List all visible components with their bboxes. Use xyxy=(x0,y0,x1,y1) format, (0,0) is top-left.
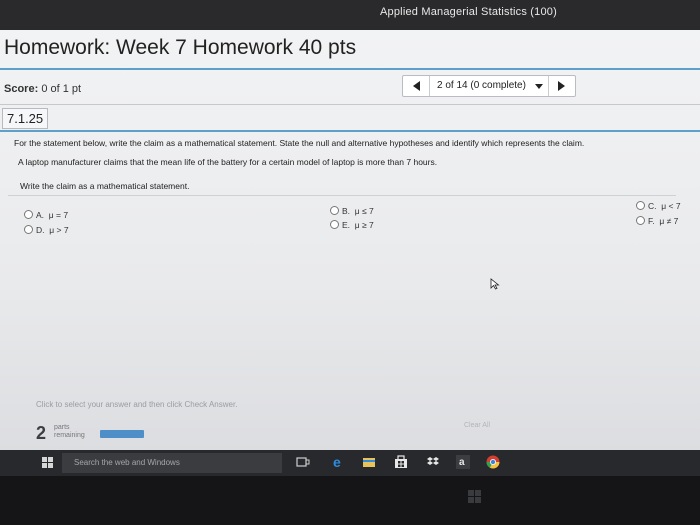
option-b[interactable]: B. μ ≤ 7 xyxy=(330,206,374,216)
option-a[interactable]: A. μ = 7 xyxy=(24,210,68,220)
edge-icon[interactable]: e xyxy=(332,455,346,469)
option-text: μ = 7 xyxy=(48,210,69,220)
radio-icon[interactable] xyxy=(24,225,33,234)
option-text: μ ≠ 7 xyxy=(659,216,679,226)
parts-progress-bar xyxy=(100,430,144,438)
svg-text:a: a xyxy=(459,457,465,468)
task-view-icon[interactable] xyxy=(296,455,310,469)
option-text: μ < 7 xyxy=(661,201,681,211)
option-key: F. xyxy=(648,216,655,226)
parts-remaining-label: parts remaining xyxy=(54,424,85,440)
radio-icon[interactable] xyxy=(330,206,339,215)
divider xyxy=(0,68,700,70)
course-title: Applied Managerial Statistics (100) xyxy=(380,6,557,18)
homework-page: Homework: Week 7 Homework 40 pts Score: … xyxy=(0,30,700,450)
windows-logo-icon xyxy=(468,490,482,504)
next-question-icon[interactable] xyxy=(558,81,565,91)
score-value: 0 of 1 pt xyxy=(41,83,82,95)
question-statement: A laptop manufacturer claims that the me… xyxy=(18,157,438,167)
svg-text:e: e xyxy=(333,455,341,469)
monitor-bezel-top: Applied Managerial Statistics (100) xyxy=(0,0,700,34)
instruction-hint: Click to select your answer and then cli… xyxy=(36,400,238,409)
homework-title: Homework: Week 7 Homework 40 pts xyxy=(4,36,357,59)
clear-all-button[interactable]: Clear All xyxy=(464,422,490,429)
option-key: D. xyxy=(36,225,45,235)
score-label: Score: xyxy=(4,83,39,95)
parts-remaining-count: 2 xyxy=(36,423,47,443)
divider xyxy=(0,130,700,132)
option-c[interactable]: C. μ < 7 xyxy=(636,201,681,211)
chrome-icon[interactable] xyxy=(486,455,500,469)
windows-start-icon[interactable] xyxy=(42,457,54,469)
chevron-down-icon[interactable] xyxy=(535,84,543,89)
amazon-icon[interactable]: a xyxy=(456,455,470,469)
remaining-label: remaining xyxy=(54,432,85,439)
question-number: 7.1.25 xyxy=(2,108,49,129)
option-key: E. xyxy=(342,220,351,230)
previous-question-icon[interactable] xyxy=(413,81,420,91)
radio-icon[interactable] xyxy=(330,220,339,229)
mouse-pointer-icon xyxy=(490,278,500,290)
radio-icon[interactable] xyxy=(636,201,645,210)
search-placeholder: Search the web and Windows xyxy=(74,458,180,467)
score-row: Score: 0 of 1 pt 2 of 14 (0 complete) xyxy=(0,72,700,102)
question-instruction: For the statement below, write the claim… xyxy=(14,138,585,148)
monitor-bezel-bottom xyxy=(0,476,700,525)
separator xyxy=(429,76,430,96)
option-text: μ > 7 xyxy=(49,225,69,235)
parts-label: parts xyxy=(54,424,70,431)
option-text: μ ≤ 7 xyxy=(354,206,374,216)
score: Score: 0 of 1 pt xyxy=(4,83,81,95)
radio-icon[interactable] xyxy=(636,216,645,225)
file-explorer-icon[interactable] xyxy=(362,455,376,469)
option-text: μ ≥ 7 xyxy=(354,220,374,230)
question-prompt: Write the claim as a mathematical statem… xyxy=(20,181,190,191)
taskbar-search-box[interactable]: Search the web and Windows xyxy=(62,453,282,473)
dropbox-icon[interactable] xyxy=(426,455,440,469)
divider xyxy=(8,195,676,196)
radio-icon[interactable] xyxy=(24,210,33,219)
question-count[interactable]: 2 of 14 (0 complete) xyxy=(437,80,526,91)
windows-taskbar: Search the web and Windows e a xyxy=(0,450,700,476)
separator xyxy=(548,76,549,96)
option-key: C. xyxy=(648,201,657,211)
option-key: B. xyxy=(342,206,351,216)
option-f[interactable]: F. μ ≠ 7 xyxy=(636,216,678,226)
option-e[interactable]: E. μ ≥ 7 xyxy=(330,220,374,230)
option-key: A. xyxy=(36,210,45,220)
store-icon[interactable] xyxy=(394,455,408,469)
question-navigator: 2 of 14 (0 complete) xyxy=(402,75,576,97)
divider xyxy=(0,104,700,105)
option-d[interactable]: D. μ > 7 xyxy=(24,225,69,235)
